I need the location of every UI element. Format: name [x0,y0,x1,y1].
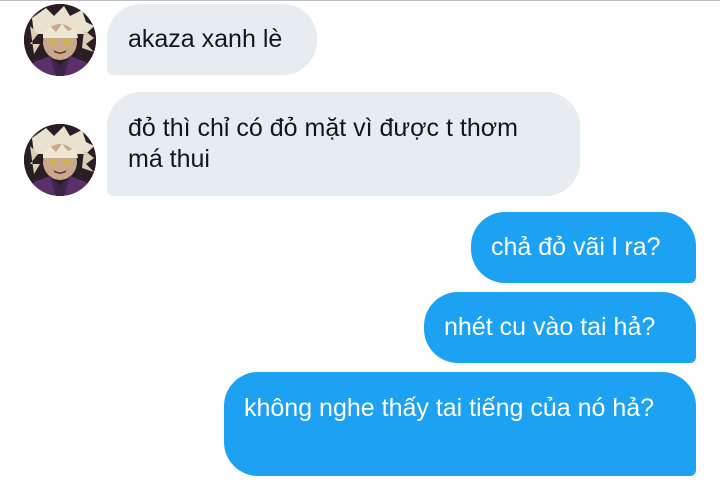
message-bubble-received[interactable]: đỏ thì chỉ có đỏ mặt vì được t thơm má t… [107,92,580,196]
message-bubble-sent[interactable]: không nghe thấy tai tiếng của nó hả? [224,372,696,476]
avatar-image [24,124,96,196]
contact-avatar[interactable] [24,4,96,76]
message-bubble-received[interactable]: akaza xanh lè [107,4,317,75]
message-bubble-sent[interactable]: chả đỏ vãi l ra? [471,212,696,283]
contact-avatar[interactable] [24,124,96,196]
avatar-image [24,4,96,76]
message-bubble-sent[interactable]: nhét cu vào tai hả? [424,292,696,363]
top-divider [0,0,720,1]
